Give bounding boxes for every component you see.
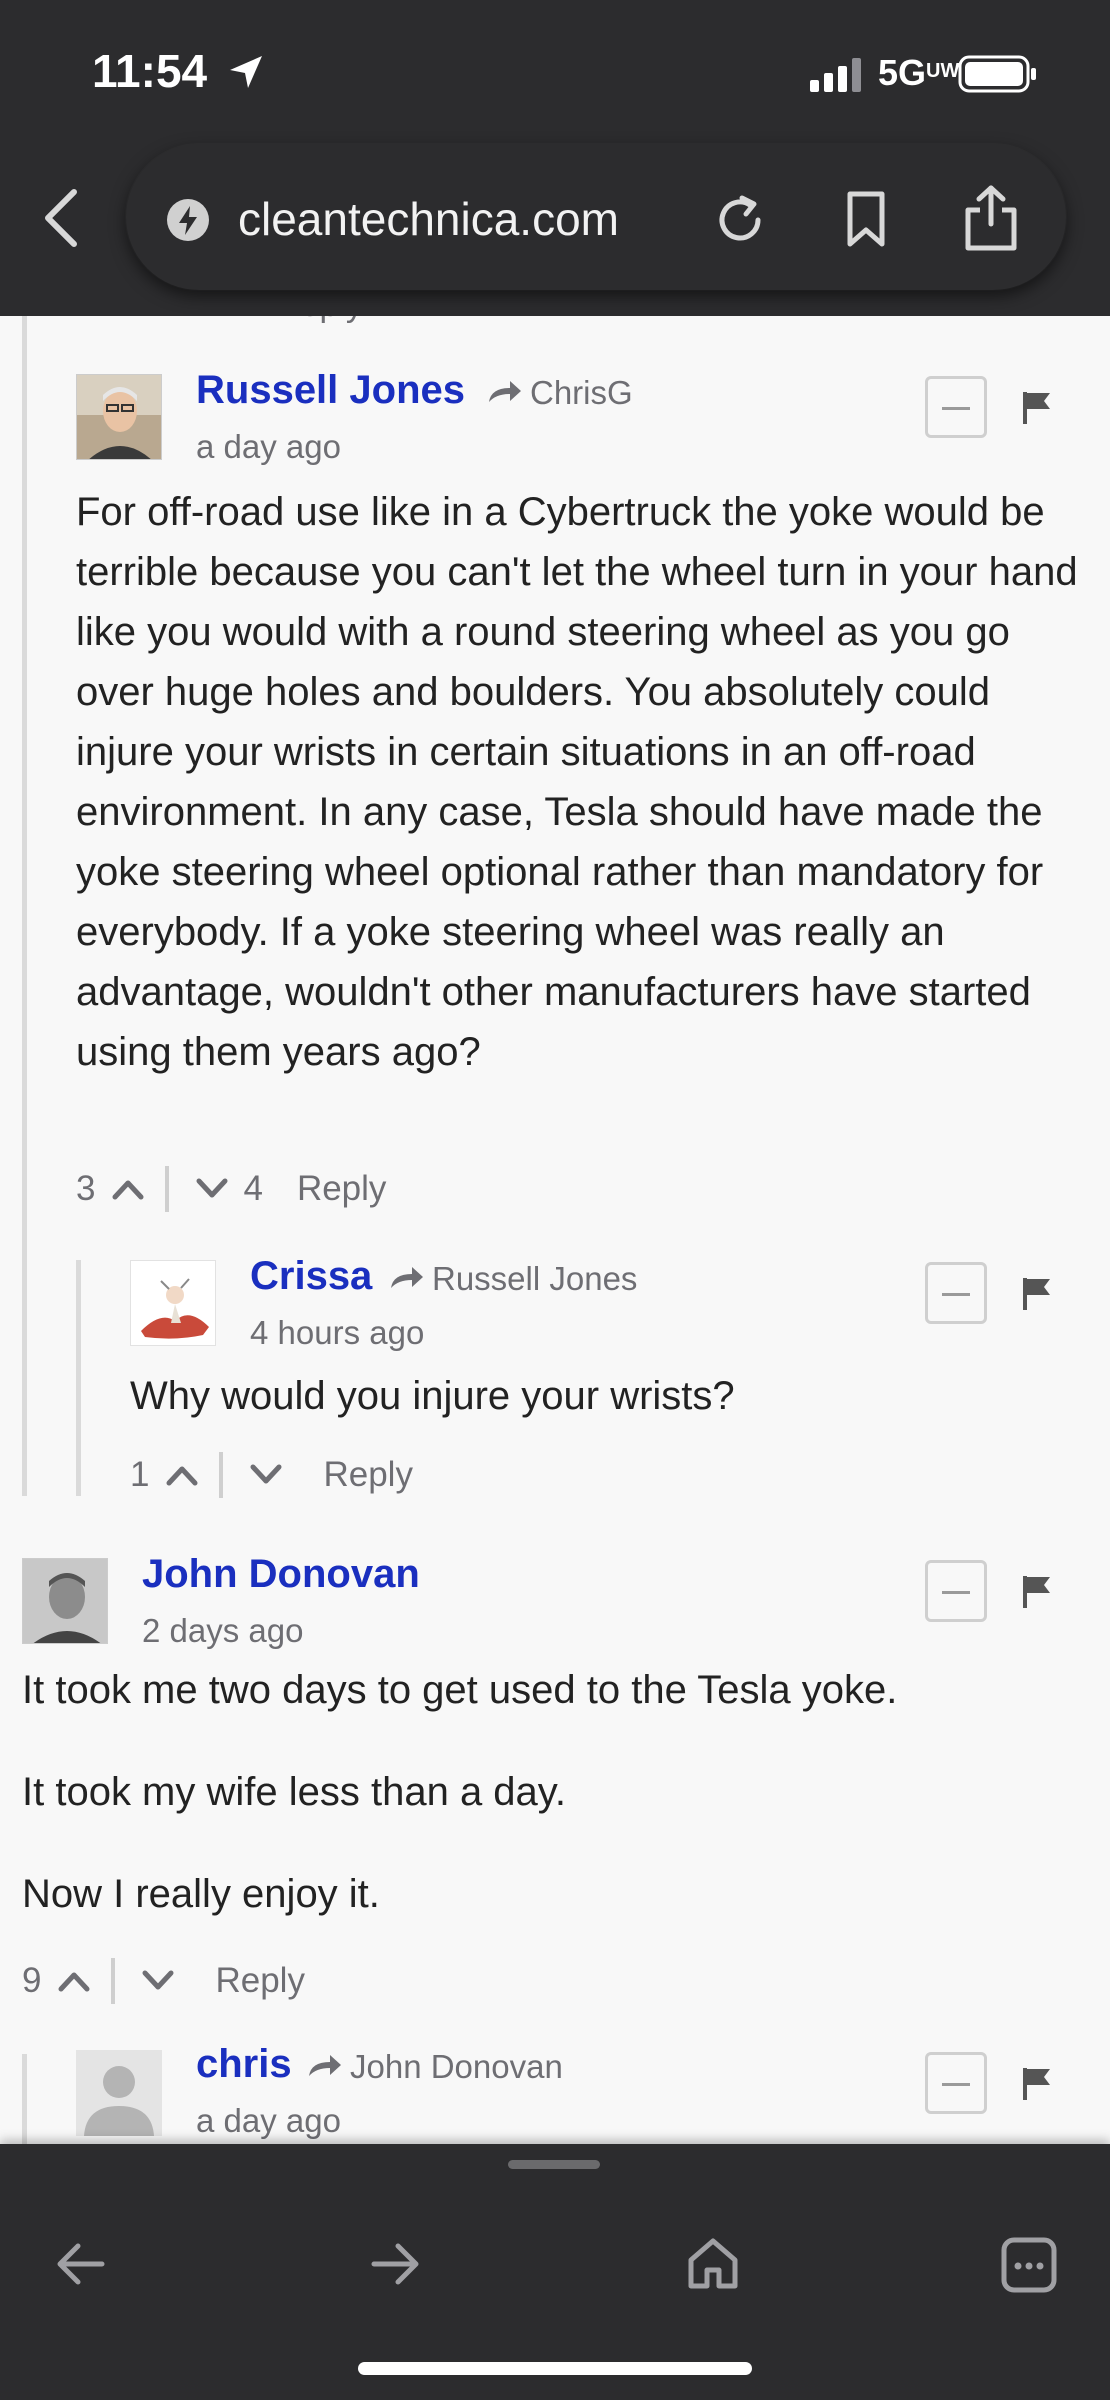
previous-reply-link[interactable]: Reply [276, 316, 363, 325]
comment-body: Why would you injure your wrists? [130, 1374, 735, 1418]
collapse-comment-button[interactable] [925, 1262, 987, 1324]
battery-icon [958, 55, 1036, 93]
home-indicator[interactable] [358, 2362, 752, 2375]
downvote-count: 4 [243, 1169, 263, 1208]
comment-author-link[interactable]: John Donovan [142, 1552, 420, 1597]
more-menu-icon[interactable] [1000, 2236, 1058, 2294]
flag-icon[interactable] [1020, 390, 1054, 426]
flag-icon[interactable] [1020, 1276, 1054, 1312]
flag-icon[interactable] [1020, 2066, 1054, 2102]
forward-arrow-icon[interactable] [368, 2240, 424, 2288]
toolbar-grabber[interactable] [508, 2160, 600, 2169]
avatar-image [77, 375, 161, 459]
status-time: 11:54 [92, 45, 208, 97]
browser-top-chrome: 11:54 5GUW cleantechnica.com [0, 0, 1110, 316]
comment-paragraph: It took me two days to get used to the T… [22, 1668, 898, 1712]
comment-timestamp[interactable]: 4 hours ago [250, 1314, 424, 1352]
reply-to-link[interactable]: Russell Jones [388, 1260, 637, 1298]
reply-to-link[interactable]: John Donovan [306, 2048, 563, 2086]
vote-row: 9 Reply [22, 1956, 305, 2006]
collapse-comment-button[interactable] [925, 376, 987, 438]
default-avatar-icon [76, 2050, 162, 2136]
downvote-icon[interactable] [249, 1463, 283, 1487]
status-bar: 11:54 5GUW [0, 0, 1110, 140]
url-text[interactable]: cleantechnica.com [238, 192, 619, 246]
collapse-comment-button[interactable] [925, 2052, 987, 2114]
upvote-icon[interactable] [57, 1969, 91, 1993]
thread-line [22, 2054, 27, 2144]
back-arrow-icon[interactable] [52, 2240, 108, 2288]
home-icon[interactable] [686, 2236, 740, 2290]
comment-author-link[interactable]: Russell Jones [196, 368, 465, 413]
comment-body: For off-road use like in a Cybertruck th… [76, 490, 1078, 1074]
upvote-count: 1 [130, 1455, 150, 1494]
thread-line [22, 316, 27, 1496]
reply-button[interactable]: Reply [297, 1169, 386, 1209]
vote-separator [219, 1452, 224, 1498]
comment-paragraph: It took my wife less than a day. [22, 1770, 566, 1814]
upvote-icon[interactable] [111, 1177, 145, 1201]
cellular-signal-icon [810, 58, 861, 92]
upvote-icon[interactable] [165, 1463, 199, 1487]
avatar-image [131, 1261, 215, 1345]
vote-row: 3 4 Reply [76, 1164, 386, 1214]
share-icon[interactable] [962, 184, 1020, 252]
site-info-icon[interactable] [166, 198, 210, 242]
vote-separator [165, 1166, 170, 1212]
comment-timestamp[interactable]: 2 days ago [142, 1612, 303, 1650]
downvote-icon[interactable] [195, 1177, 229, 1201]
comment-timestamp[interactable]: a day ago [196, 2102, 341, 2140]
reply-arrow-icon [309, 2055, 341, 2076]
avatar[interactable] [22, 1558, 108, 1644]
reply-button[interactable]: Reply [323, 1455, 412, 1495]
thread-line [76, 1260, 81, 1496]
bookmark-icon[interactable] [842, 190, 890, 248]
comments-section: Reply Russell Jones ChrisG a day ago [0, 316, 1110, 2144]
upvote-count: 9 [22, 1961, 42, 2000]
avatar[interactable] [130, 1260, 216, 1346]
reload-icon[interactable] [712, 192, 768, 248]
comment-paragraph: Now I really enjoy it. [22, 1872, 380, 1916]
comment-author-link[interactable]: Crissa [250, 1254, 372, 1299]
avatar[interactable] [76, 2050, 162, 2136]
avatar-image [23, 1559, 107, 1643]
collapse-comment-button[interactable] [925, 1560, 987, 1622]
comment-timestamp[interactable]: a day ago [196, 428, 341, 466]
reply-arrow-icon [391, 1267, 423, 1288]
network-type-label: 5GUW [878, 52, 960, 93]
browser-back-chevron-icon[interactable] [38, 186, 86, 250]
reply-to-link[interactable]: ChrisG [486, 374, 633, 412]
location-arrow-icon [230, 56, 262, 88]
downvote-icon[interactable] [141, 1969, 175, 1993]
reply-arrow-icon [489, 381, 521, 402]
upvote-count: 3 [76, 1169, 96, 1208]
flag-icon[interactable] [1020, 1574, 1054, 1610]
comment-author-link[interactable]: chris [196, 2042, 292, 2087]
avatar[interactable] [76, 374, 162, 460]
reply-button[interactable]: Reply [215, 1961, 304, 2001]
browser-bottom-toolbar [0, 2144, 1110, 2400]
vote-separator [111, 1958, 116, 2004]
vote-row: 1 Reply [130, 1450, 413, 1500]
